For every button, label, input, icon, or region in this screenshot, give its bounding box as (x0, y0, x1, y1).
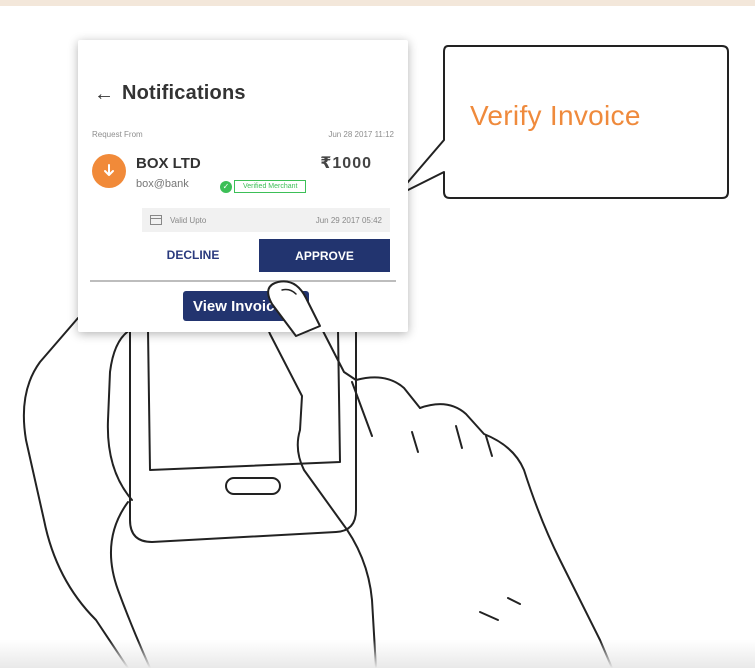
fingertip-overlay (267, 280, 321, 337)
bottom-fade (0, 640, 755, 668)
callout-text: Verify Invoice (470, 100, 641, 131)
